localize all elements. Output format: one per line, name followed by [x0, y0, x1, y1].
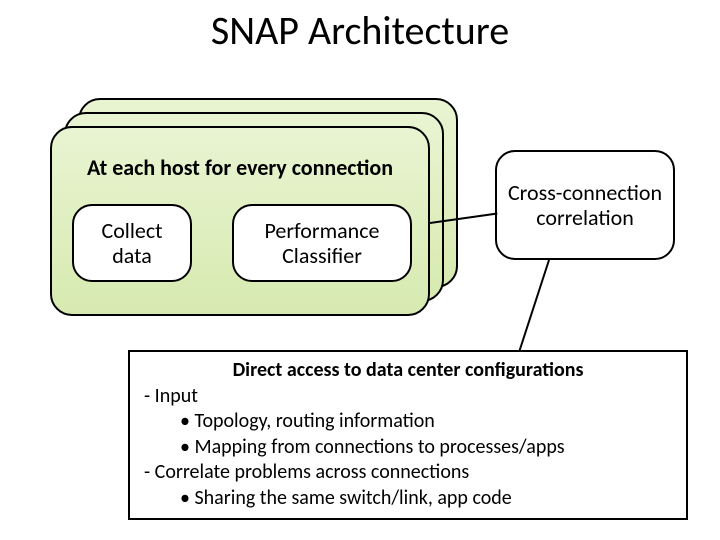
details-lines: InputTopology, routing informationMappin…: [140, 384, 676, 512]
details-line: Topology, routing information: [180, 409, 676, 435]
connector-cross-to-textbox: [517, 260, 550, 356]
performance-classifier-box: Performance Classifier: [232, 204, 412, 282]
page-title: SNAP Architecture: [0, 6, 720, 55]
details-line: Input: [144, 384, 676, 410]
details-line: Correlate problems across connections: [144, 460, 676, 486]
details-heading: Direct access to data center configurati…: [140, 358, 676, 384]
cross-connection-label: Cross-connection correlation: [507, 180, 663, 231]
performance-classifier-label: Performance Classifier: [244, 218, 400, 269]
cross-connection-box: Cross-connection correlation: [495, 150, 675, 260]
details-line: Sharing the same switch/link, app code: [180, 486, 676, 512]
host-card-label: At each host for every connection: [50, 154, 430, 181]
collect-data-label: Collect data: [84, 218, 180, 269]
details-textbox: Direct access to data center configurati…: [128, 350, 688, 520]
collect-data-box: Collect data: [72, 204, 192, 282]
details-line: Mapping from connections to processes/ap…: [180, 435, 676, 461]
